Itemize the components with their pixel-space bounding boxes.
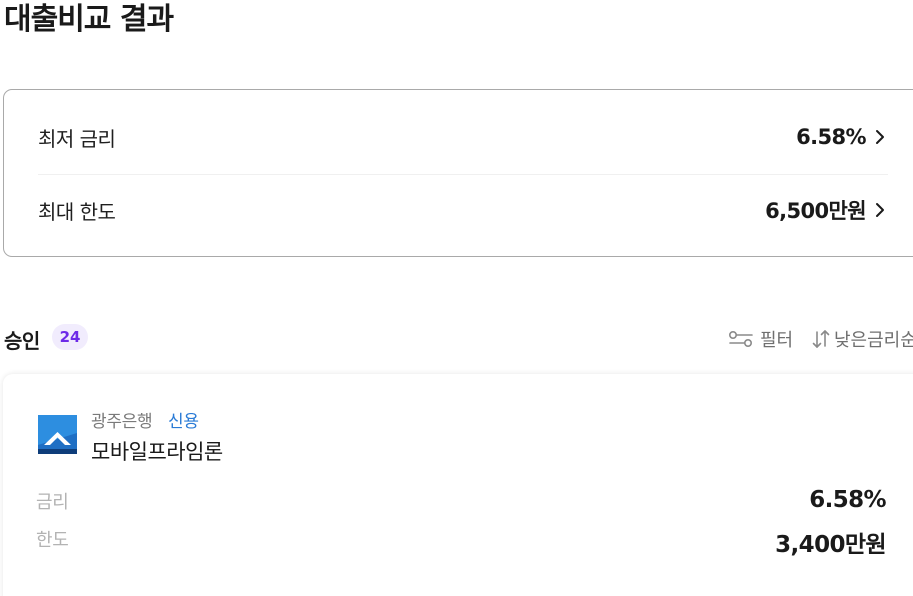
chevron-right-icon (876, 203, 884, 217)
lowest-rate-label: 최저 금리 (38, 126, 116, 151)
sort-arrows-icon (812, 330, 830, 348)
bank-name: 광주은행 (91, 412, 153, 432)
approved-count-badge: 24 (52, 324, 88, 350)
loan-type-tag: 신용 (168, 412, 199, 432)
limit-value: 3,400만원 (775, 532, 886, 558)
filter-label: 필터 (760, 330, 794, 351)
filter-sliders-icon (728, 330, 753, 348)
lowest-rate-value: 6.58% (796, 125, 866, 149)
page-title: 대출비교 결과 (4, 2, 174, 37)
filter-button[interactable]: 필터 (728, 326, 793, 352)
sort-label: 낮은금리순 (834, 330, 913, 351)
limit-label: 한도 (36, 530, 69, 551)
rate-label: 금리 (36, 492, 69, 513)
summary-card: 최저 금리 6.58% 최대 한도 6,500만원 (3, 89, 913, 257)
lowest-rate-link[interactable]: 6.58% (796, 125, 888, 149)
approved-title: 승인 (4, 329, 40, 353)
lowest-rate-row[interactable]: 최저 금리 6.58% (38, 117, 888, 157)
sort-button[interactable]: 낮은금리순 (812, 326, 913, 352)
rate-value: 6.58% (809, 487, 886, 513)
max-limit-row[interactable]: 최대 한도 6,500만원 (38, 190, 888, 230)
max-limit-link[interactable]: 6,500만원 (765, 195, 888, 225)
max-limit-label: 최대 한도 (38, 199, 116, 224)
kwangju-bank-logo (38, 415, 77, 454)
summary-divider (38, 174, 888, 175)
loan-card[interactable]: 광주은행 신용 모바일프라임론 금리 6.58% 한도 3,400만원 (3, 374, 913, 596)
max-limit-value: 6,500만원 (765, 199, 866, 223)
product-name: 모바일프라임론 (91, 440, 223, 464)
chevron-right-icon (876, 130, 884, 144)
approved-section-header: 승인 24 필터 낮은금리순 (4, 321, 913, 355)
loan-comparison-page: 대출비교 결과 최저 금리 6.58% 최대 한도 6,500만원 승인 24 (0, 0, 913, 596)
